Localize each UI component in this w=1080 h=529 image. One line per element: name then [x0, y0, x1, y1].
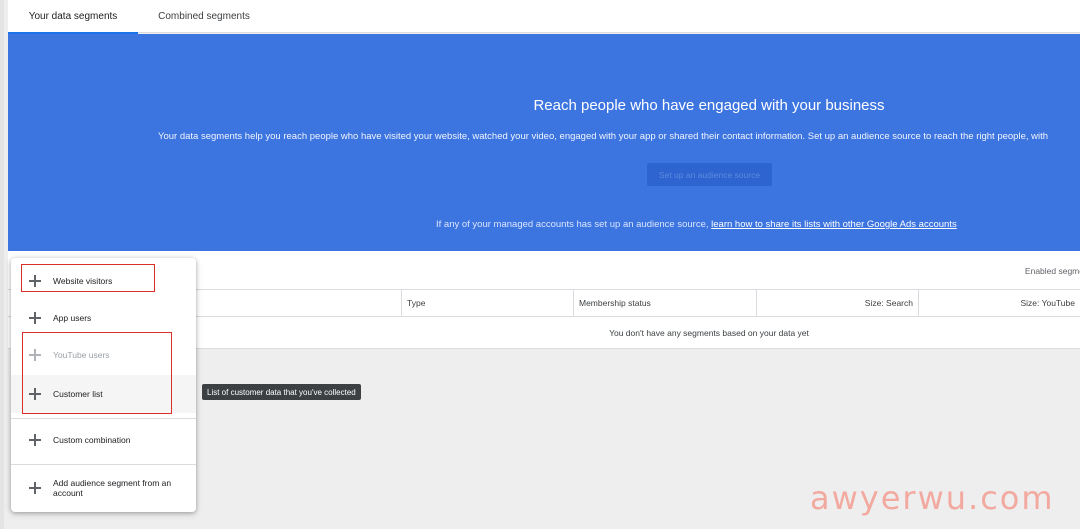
column-header-size-youtube[interactable]: Size: YouTube [918, 290, 1080, 316]
menu-item-label: YouTube users [53, 350, 110, 360]
tab-bar: Your data segments Combined segments [8, 0, 1080, 34]
menu-item-label: Website visitors [53, 276, 113, 286]
column-header-membership-status[interactable]: Membership status [573, 290, 756, 316]
setup-audience-source-button[interactable]: Set up an audience source [647, 163, 772, 186]
menu-item-youtube-users: YouTube users [11, 340, 196, 370]
plus-icon [29, 388, 41, 400]
menu-item-custom-combination[interactable]: Custom combination [11, 425, 196, 455]
watermark: awyerwu.com [810, 479, 1055, 517]
menu-item-label: App users [53, 313, 92, 323]
menu-divider [11, 464, 196, 465]
menu-item-website-visitors[interactable]: Website visitors [11, 266, 196, 296]
menu-item-label: Customer list [53, 389, 103, 399]
column-header-type[interactable]: Type [401, 290, 573, 316]
tab-your-data-segments[interactable]: Your data segments [8, 0, 138, 34]
hero-note: If any of your managed accounts has set … [436, 219, 957, 230]
customer-list-tooltip: List of customer data that you've collec… [202, 384, 361, 400]
share-lists-link[interactable]: learn how to share its lists with other … [711, 219, 957, 230]
menu-item-customer-list[interactable]: Customer list [11, 375, 196, 413]
column-header-size-search[interactable]: Size: Search [756, 290, 918, 316]
menu-item-add-from-account[interactable]: Add audience segment from an account [11, 472, 196, 504]
add-segment-menu: Website visitors App users YouTube users… [11, 258, 196, 512]
plus-icon [29, 434, 41, 446]
plus-icon [29, 312, 41, 324]
menu-divider [11, 418, 196, 419]
plus-icon [29, 349, 41, 361]
menu-item-label: Add audience segment from an account [53, 478, 172, 498]
hero-banner: Reach people who have engaged with your … [8, 34, 1080, 251]
hero-note-text: If any of your managed accounts has set … [436, 219, 712, 230]
hero-description: Your data segments help you reach people… [158, 131, 1049, 142]
page-frame: Your data segments Combined segments Rea… [0, 0, 1080, 529]
enabled-segments-filter[interactable]: Enabled segme [1025, 266, 1080, 276]
menu-item-label: Custom combination [53, 435, 131, 445]
hero-title: Reach people who have engaged with your … [533, 97, 885, 114]
tab-combined-segments[interactable]: Combined segments [138, 0, 270, 33]
plus-icon [29, 482, 41, 494]
menu-item-app-users[interactable]: App users [11, 303, 196, 333]
plus-icon [29, 275, 41, 287]
